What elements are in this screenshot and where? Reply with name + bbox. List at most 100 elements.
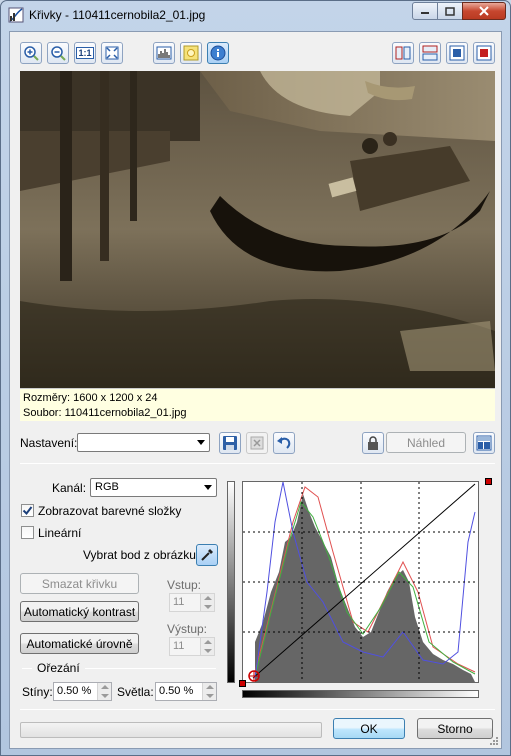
curve-graph	[243, 481, 478, 682]
close-icon	[479, 6, 489, 16]
highlights-value: 0.50 %	[159, 685, 194, 697]
zoom-out-icon	[51, 46, 66, 61]
image-info: Rozměry: 1600 x 1200 x 24 Soubor: 110411…	[20, 388, 495, 421]
delete-preset-icon	[250, 436, 264, 450]
shadows-label: Stíny:	[22, 685, 53, 699]
spin-arrows-icon	[200, 594, 214, 611]
result-view-button[interactable]	[473, 42, 495, 64]
lock-button[interactable]	[362, 432, 384, 454]
eyedropper-icon	[201, 549, 213, 561]
highlight-icon	[183, 45, 199, 61]
input-gradient	[242, 690, 479, 698]
clipping-label: Ořezání	[37, 661, 80, 675]
window-title: Křivky - 110411cernobila2_01.jpg	[29, 8, 206, 22]
zoom-in-icon	[24, 46, 39, 61]
info-icon	[210, 45, 226, 61]
lock-icon	[368, 436, 378, 450]
auto-levels-button[interactable]: Automatické úrovně	[20, 633, 139, 654]
highlights-spinner[interactable]: 0.50 %	[155, 682, 217, 701]
auto-levels-label: Automatické úrovně	[26, 636, 133, 651]
split-horizontal-button[interactable]	[419, 42, 441, 64]
image-preview[interactable]	[20, 71, 495, 388]
eyedropper-button[interactable]	[196, 544, 218, 566]
fit-window-icon	[105, 46, 119, 60]
curve-point-end[interactable]	[485, 478, 492, 485]
fit-window-button[interactable]	[101, 42, 123, 64]
close-button[interactable]	[462, 2, 506, 20]
zoom-out-button[interactable]	[47, 42, 69, 64]
input-value: 11	[173, 596, 185, 608]
zoom-in-button[interactable]	[20, 42, 42, 64]
save-preset-button[interactable]	[219, 432, 241, 454]
layout-icon	[476, 435, 492, 451]
highlight-button[interactable]	[180, 42, 202, 64]
output-gradient	[227, 481, 235, 683]
delete-curve-label: Smazat křivku	[41, 576, 118, 591]
linear-checkbox[interactable]	[21, 526, 34, 539]
histogram-button[interactable]	[153, 42, 175, 64]
spin-arrows-icon	[97, 683, 111, 700]
clipping-line-left	[22, 668, 32, 669]
shadows-spinner[interactable]: 0.50 %	[53, 682, 112, 701]
input-spinner[interactable]: 11	[169, 593, 215, 612]
auto-contrast-label: Automatický kontrast	[23, 604, 136, 619]
progress-bar	[20, 722, 322, 738]
curves-icon	[8, 7, 24, 23]
clipping-line-right	[85, 668, 216, 669]
image-dimensions: Rozměry: 1600 x 1200 x 24	[23, 392, 158, 404]
delete-curve-button[interactable]: Smazat křivku	[20, 573, 139, 594]
title-bar[interactable]: Křivky - 110411cernobila2_01.jpg	[1, 1, 510, 31]
separator	[20, 463, 495, 464]
input-label: Vstup:	[167, 578, 202, 592]
curves-dialog: Křivky - 110411cernobila2_01.jpg 1:1 Roz…	[0, 0, 511, 756]
show-color-checkbox[interactable]	[21, 504, 34, 517]
histogram-gray	[255, 494, 475, 682]
dialog-client: 1:1 Rozměry: 1600 x 1200 x 24 Soubor: 11…	[9, 31, 502, 749]
actual-size-icon: 1:1	[76, 47, 94, 59]
split-vertical-icon	[395, 46, 411, 60]
save-icon	[223, 436, 237, 450]
spin-arrows-icon	[200, 638, 214, 655]
preview-button[interactable]: Náhled	[386, 432, 466, 453]
chevron-down-icon	[197, 440, 205, 445]
footer-separator	[20, 709, 495, 710]
layout-button[interactable]	[473, 432, 495, 454]
curve-editor[interactable]	[242, 481, 479, 683]
undo-button[interactable]	[273, 432, 295, 454]
spin-arrows-icon	[202, 683, 216, 700]
pick-point-label: Vybrat bod z obrázku:	[83, 548, 200, 562]
original-view-button[interactable]	[446, 42, 468, 64]
delete-preset-button[interactable]	[246, 432, 268, 454]
cancel-button[interactable]: Storno	[417, 718, 493, 739]
minimize-button[interactable]	[412, 2, 438, 20]
maximize-icon	[445, 6, 455, 16]
auto-contrast-button[interactable]: Automatický kontrast	[20, 601, 139, 622]
histogram-icon	[156, 46, 172, 60]
original-view-icon	[449, 45, 465, 61]
shadows-value: 0.50 %	[57, 685, 92, 697]
image-file: Soubor: 110411cernobila2_01.jpg	[23, 407, 187, 419]
preview-photo	[20, 71, 495, 388]
output-value: 11	[173, 640, 185, 652]
actual-size-button[interactable]: 1:1	[74, 42, 96, 64]
ok-button[interactable]: OK	[333, 718, 405, 739]
presets-combo[interactable]	[77, 433, 210, 452]
resize-grip-icon[interactable]	[489, 736, 499, 746]
channel-combo[interactable]: RGB	[90, 478, 217, 497]
checkmark-icon	[22, 506, 33, 516]
ok-label: OK	[360, 721, 378, 736]
cancel-label: Storno	[437, 721, 473, 736]
minimize-icon	[421, 12, 429, 14]
result-view-icon	[476, 45, 492, 61]
split-horizontal-icon	[422, 45, 438, 61]
channel-label: Kanál:	[52, 481, 87, 495]
split-vertical-button[interactable]	[392, 42, 414, 64]
curve-point-start[interactable]	[239, 680, 246, 687]
maximize-button[interactable]	[437, 2, 463, 20]
chevron-down-icon	[204, 485, 212, 490]
channel-value: RGB	[95, 481, 119, 493]
highlights-label: Světla:	[117, 685, 154, 699]
output-spinner[interactable]: 11	[169, 637, 215, 656]
info-button[interactable]	[207, 42, 229, 64]
linear-label: Lineární	[38, 526, 82, 540]
